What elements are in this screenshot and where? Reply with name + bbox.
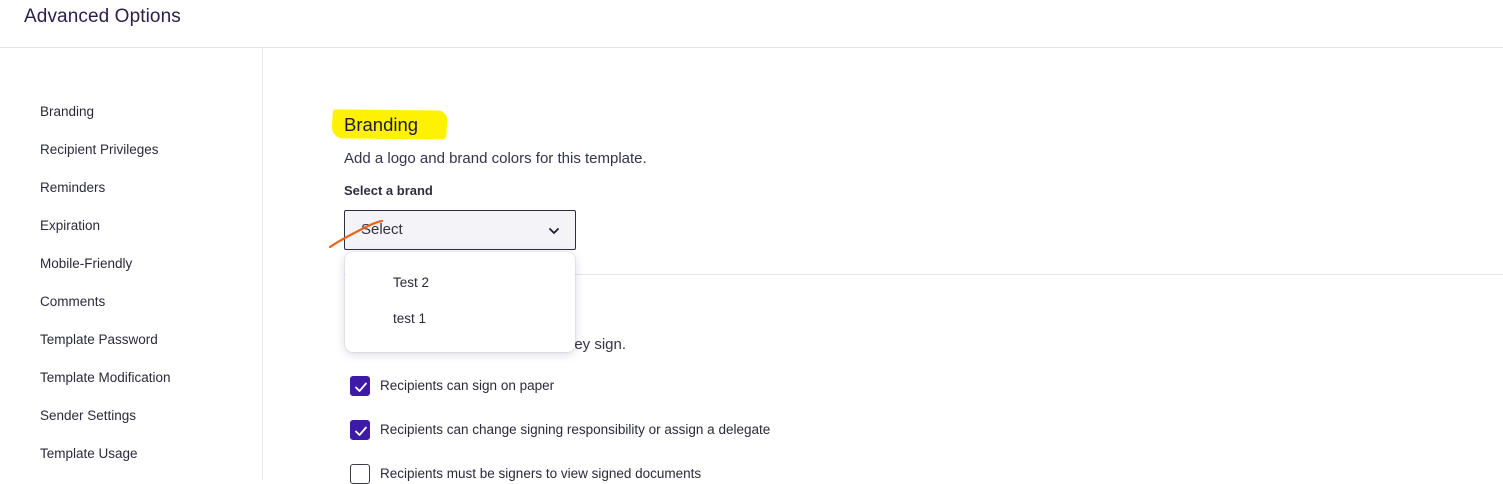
- recipient-privileges-description: ney sign.: [566, 336, 627, 353]
- brand-option-test-2[interactable]: Test 2: [393, 275, 429, 290]
- branding-section-title: Branding: [344, 114, 419, 135]
- brand-select-value: Select: [361, 221, 403, 238]
- sidebar-item-sender-settings[interactable]: Sender Settings: [40, 408, 136, 423]
- select-brand-label: Select a brand: [344, 183, 433, 198]
- checkmark-icon: [355, 426, 367, 436]
- sidebar-item-expiration[interactable]: Expiration: [40, 218, 100, 233]
- sidebar-item-comments[interactable]: Comments: [40, 294, 105, 309]
- sidebar-item-reminders[interactable]: Reminders: [40, 180, 105, 195]
- signers-view-docs-checkbox[interactable]: [350, 464, 370, 484]
- change-responsibility-label[interactable]: Recipients can change signing responsibi…: [380, 422, 770, 437]
- top-bar: Advanced Options: [0, 0, 1503, 48]
- chevron-down-icon: [549, 228, 559, 234]
- sidebar-item-mobile-friendly[interactable]: Mobile-Friendly: [40, 256, 132, 271]
- brand-option-test-1[interactable]: test 1: [393, 311, 426, 326]
- sidebar-nav: Branding Recipient Privileges Reminders …: [0, 48, 263, 480]
- sign-on-paper-label[interactable]: Recipients can sign on paper: [380, 378, 554, 393]
- sidebar-item-recipient-privileges[interactable]: Recipient Privileges: [40, 142, 159, 157]
- brand-dropdown-menu: Test 2 test 1: [345, 252, 575, 352]
- sidebar-item-template-modification[interactable]: Template Modification: [40, 370, 171, 385]
- checkmark-icon: [355, 382, 367, 392]
- sidebar-item-template-password[interactable]: Template Password: [40, 332, 158, 347]
- sign-on-paper-checkbox[interactable]: [350, 376, 370, 396]
- page-title: Advanced Options: [24, 6, 181, 27]
- branding-section-description: Add a logo and brand colors for this tem…: [344, 150, 647, 167]
- sidebar-item-branding[interactable]: Branding: [40, 104, 94, 119]
- change-responsibility-checkbox[interactable]: [350, 420, 370, 440]
- signers-view-docs-label[interactable]: Recipients must be signers to view signe…: [380, 466, 701, 481]
- brand-select-dropdown[interactable]: Select: [344, 210, 576, 250]
- sidebar-item-template-usage[interactable]: Template Usage: [40, 446, 138, 461]
